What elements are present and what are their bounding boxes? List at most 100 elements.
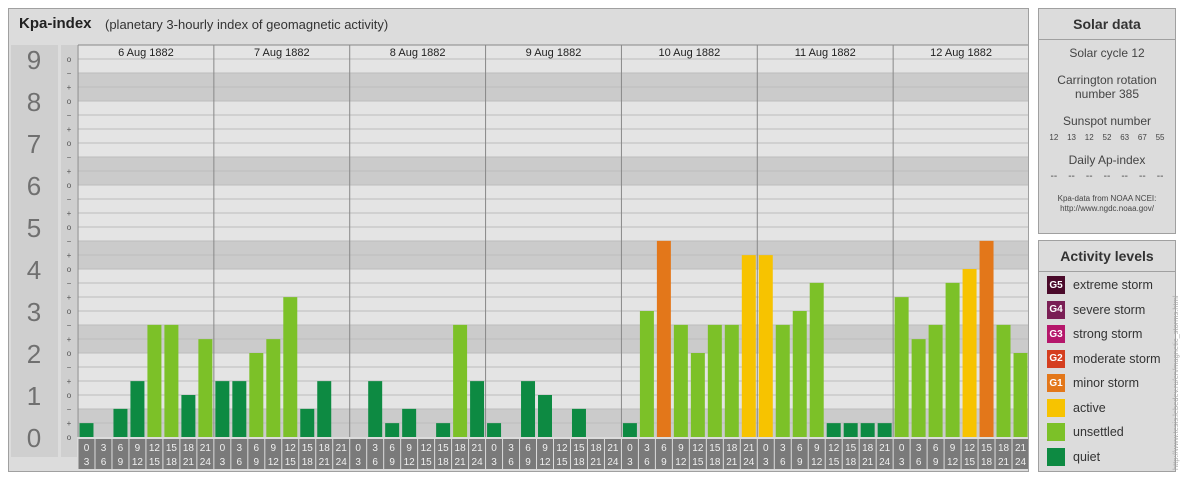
x-interval-end: 15: [556, 457, 568, 468]
x-interval-start: 18: [726, 443, 738, 454]
x-interval-start: 21: [607, 443, 619, 454]
y-tick-label: 5: [27, 213, 41, 243]
x-interval-end: 9: [933, 457, 939, 468]
x-interval-end: 24: [879, 457, 891, 468]
y-subtick-label: −: [67, 405, 72, 414]
x-interval-start: 3: [780, 443, 786, 454]
y-tick-label: 3: [27, 297, 41, 327]
day-label: 11 Aug 1882: [795, 47, 856, 59]
x-interval-start: 21: [879, 443, 891, 454]
solar-cycle: Solar cycle 12: [1069, 46, 1145, 60]
x-interval-start: 6: [254, 443, 260, 454]
activity-levels-panel: Activity levels G5 extreme storm G4 severe …: [1038, 240, 1176, 472]
x-interval-end: 12: [811, 457, 823, 468]
kp-bar: [826, 423, 841, 437]
x-interval-start: 9: [271, 443, 277, 454]
x-interval-end: 24: [743, 457, 755, 468]
x-interval-start: 12: [828, 443, 840, 454]
x-interval-start: 12: [964, 443, 976, 454]
activity-level-label: strong storm: [1073, 327, 1143, 341]
day-label: 9 Aug 1882: [526, 47, 582, 59]
x-interval-start: 9: [678, 443, 684, 454]
kp-bar: [741, 255, 756, 437]
x-interval-start: 9: [814, 443, 820, 454]
x-interval-end: 18: [845, 457, 857, 468]
x-interval-end: 18: [709, 457, 721, 468]
y-subtick-label: o: [67, 139, 72, 148]
x-interval-start: 3: [644, 443, 650, 454]
kp-bar: [266, 339, 281, 437]
activity-level-item: G4 severe storm: [1047, 300, 1145, 320]
x-interval-end: 12: [947, 457, 959, 468]
sunspot-value: 12: [1049, 133, 1059, 142]
kp-chart-panel: Kpa-index (planetary 3-hourly index of g…: [8, 8, 1029, 472]
kp-bar: [453, 324, 468, 437]
y-subtick-label: +: [67, 251, 72, 260]
kp-bar: [707, 324, 722, 437]
x-interval-end: 18: [981, 457, 993, 468]
kp-bar: [249, 353, 264, 437]
kp-bar: [521, 381, 536, 437]
x-interval-start: 0: [220, 443, 226, 454]
x-interval-end: 6: [644, 457, 650, 468]
x-interval-end: 3: [763, 457, 769, 468]
y-subtick-label: o: [67, 97, 72, 106]
x-interval-end: 15: [692, 457, 704, 468]
x-interval-start: 18: [862, 443, 874, 454]
activity-level-item: G1 minor storm: [1047, 373, 1139, 393]
ap-values: -- -- -- -- -- -- --: [1039, 171, 1175, 182]
y-tick-label: 8: [27, 87, 41, 117]
x-interval-end: 15: [149, 457, 161, 468]
x-interval-start: 0: [355, 443, 361, 454]
y-subtick-label: −: [67, 363, 72, 372]
x-interval-end: 21: [862, 457, 874, 468]
sunspot-values: 12 13 12 52 63 67 55: [1039, 133, 1175, 142]
x-interval-end: 12: [404, 457, 416, 468]
y-tick-label: 2: [27, 339, 41, 369]
activity-level-swatch: G5: [1047, 276, 1065, 294]
ap-value: --: [1121, 171, 1128, 182]
x-interval-start: 21: [336, 443, 348, 454]
activity-level-swatch: [1047, 398, 1065, 417]
x-interval-start: 12: [285, 443, 297, 454]
x-interval-start: 6: [389, 443, 395, 454]
x-interval-end: 21: [998, 457, 1010, 468]
x-interval-start: 15: [302, 443, 314, 454]
x-interval-start: 6: [118, 443, 124, 454]
x-interval-end: 3: [491, 457, 497, 468]
ap-value: --: [1103, 171, 1111, 182]
kp-bar: [402, 408, 417, 437]
x-interval-end: 24: [1015, 457, 1027, 468]
kp-bar: [775, 324, 790, 437]
ap-title: Daily Ap-index: [1068, 153, 1146, 167]
source-line1: Kpa-data from NOAA NCEI:: [1057, 194, 1157, 203]
x-interval-start: 12: [421, 443, 433, 454]
y-tick-label: 4: [27, 255, 41, 285]
x-interval-end: 15: [285, 457, 297, 468]
y-tick-label: 1: [27, 381, 41, 411]
kp-bar: [147, 324, 162, 437]
y-subtick-label: +: [67, 167, 72, 176]
kp-bar: [860, 423, 875, 437]
kp-bar: [673, 324, 688, 437]
x-interval-end: 21: [590, 457, 602, 468]
kp-bar: [792, 311, 807, 437]
activity-level-label: moderate storm: [1073, 351, 1161, 366]
x-interval-start: 18: [455, 443, 467, 454]
x-interval-start: 6: [525, 443, 531, 454]
x-interval-end: 3: [84, 457, 90, 468]
x-interval-start: 12: [556, 443, 568, 454]
x-interval-end: 24: [607, 457, 619, 468]
x-interval-start: 0: [763, 443, 769, 454]
activity-level-label: unsettled: [1073, 425, 1124, 439]
x-interval-end: 24: [200, 457, 212, 468]
sunspot-value: 13: [1067, 133, 1076, 142]
kp-bar: [656, 240, 671, 437]
x-interval-start: 0: [491, 443, 497, 454]
x-interval-end: 9: [525, 457, 531, 468]
x-interval-start: 21: [472, 443, 484, 454]
x-interval-end: 6: [237, 457, 243, 468]
kp-bar: [911, 339, 926, 437]
activity-level-item: quiet: [1047, 447, 1100, 467]
activity-level-swatch: [1047, 447, 1065, 466]
